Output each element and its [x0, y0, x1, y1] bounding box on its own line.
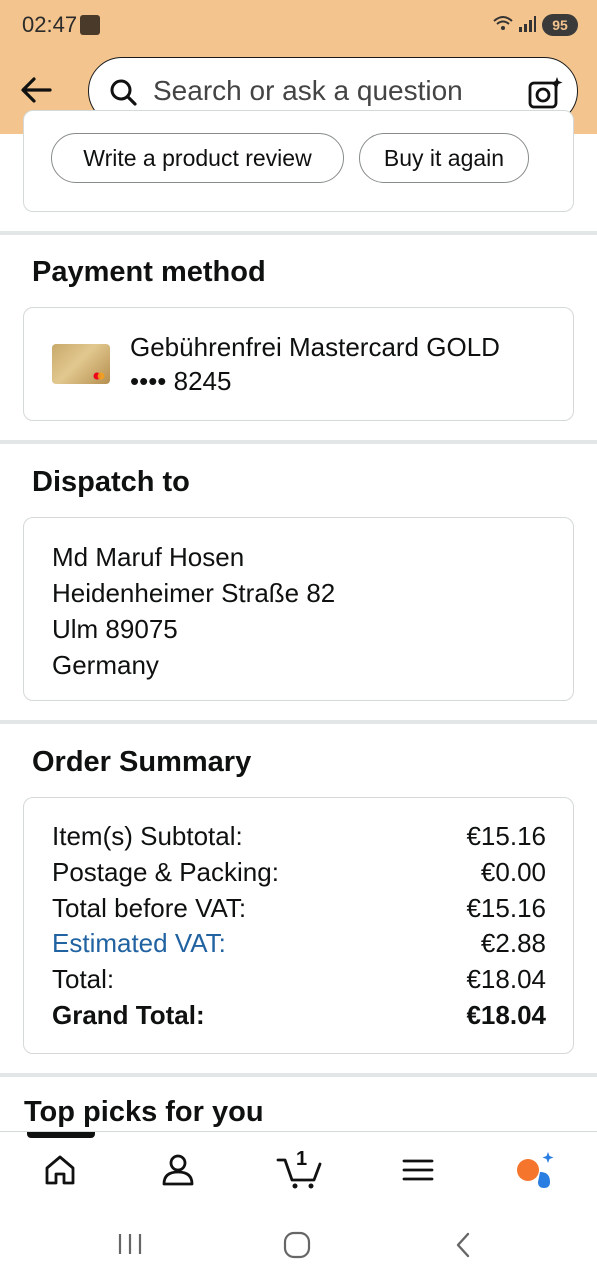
summary-row-vat: Estimated VAT: €2.88: [52, 928, 546, 964]
recent-apps-icon[interactable]: [115, 1231, 145, 1257]
home-button-icon[interactable]: [282, 1230, 312, 1260]
card-number: •••• 8245: [130, 366, 232, 396]
estimated-vat-link[interactable]: Estimated VAT:: [52, 928, 226, 959]
summary-row-postage: Postage & Packing: €0.00: [52, 857, 546, 893]
payment-method-title: Payment method: [32, 256, 266, 288]
payment-method-card[interactable]: Gebührenfrei Mastercard GOLD •••• 8245: [23, 307, 574, 421]
camera-search-icon[interactable]: [527, 75, 563, 111]
signal-icon: [517, 14, 537, 39]
menu-icon[interactable]: [398, 1150, 438, 1190]
summary-label: Total:: [52, 964, 115, 994]
bottom-navigation: 1: [0, 1131, 597, 1205]
back-arrow-icon[interactable]: [16, 70, 56, 110]
summary-label: Item(s) Subtotal:: [52, 821, 243, 851]
back-button-icon[interactable]: [452, 1230, 476, 1260]
summary-row-total: Total: €18.04: [52, 964, 546, 1000]
assistant-icon[interactable]: [514, 1150, 554, 1190]
dispatch-title: Dispatch to: [32, 466, 190, 498]
account-icon[interactable]: [158, 1150, 198, 1190]
summary-value: €15.16: [466, 821, 546, 851]
app-notification-icon: [80, 15, 100, 35]
address-city: Ulm 89075: [52, 614, 178, 644]
cart-count-badge: 1: [296, 1148, 308, 1170]
wifi-icon: [492, 14, 514, 39]
summary-row-subtotal: Item(s) Subtotal: €15.16: [52, 821, 546, 857]
status-time: 02:47: [22, 12, 78, 37]
summary-value: €0.00: [480, 857, 546, 887]
top-picks-title: Top picks for you: [24, 1096, 264, 1128]
address-country: Germany: [52, 650, 159, 680]
address-street: Heidenheimer Straße 82: [52, 578, 336, 608]
summary-row-before-vat: Total before VAT: €15.16: [52, 893, 546, 929]
order-actions-card: Write a product review Buy it again: [23, 110, 574, 212]
system-navigation-bar: [0, 1205, 597, 1280]
status-bar: 02:47 95: [0, 0, 597, 52]
dispatch-address-card: Md Maruf Hosen Heidenheimer Straße 82 Ul…: [23, 517, 574, 701]
section-divider: [0, 440, 597, 444]
search-icon: [109, 78, 137, 106]
address-name: Md Maruf Hosen: [52, 542, 245, 572]
summary-value: €18.04: [466, 1000, 546, 1030]
summary-value: €2.88: [480, 928, 546, 958]
card-name: Gebührenfrei Mastercard GOLD: [130, 332, 500, 362]
credit-card-icon: [52, 344, 110, 384]
summary-row-grand-total: Grand Total: €18.04: [52, 1000, 546, 1036]
active-tab-indicator: [27, 1132, 95, 1138]
buy-again-button[interactable]: Buy it again: [359, 133, 529, 183]
order-summary-title: Order Summary: [32, 746, 252, 778]
summary-label: Total before VAT:: [52, 893, 247, 923]
section-divider: [0, 231, 597, 235]
order-summary-card: Item(s) Subtotal: €15.16 Postage & Packi…: [23, 797, 574, 1054]
summary-value: €18.04: [466, 964, 546, 994]
section-divider: [0, 720, 597, 724]
home-icon[interactable]: [40, 1150, 80, 1190]
summary-label: Postage & Packing:: [52, 857, 279, 887]
summary-label: Grand Total:: [52, 1000, 205, 1030]
battery-indicator: 95: [542, 14, 578, 36]
summary-value: €15.16: [466, 893, 546, 923]
section-divider: [0, 1073, 597, 1077]
search-placeholder: Search or ask a question: [153, 75, 463, 106]
write-review-button[interactable]: Write a product review: [51, 133, 344, 183]
